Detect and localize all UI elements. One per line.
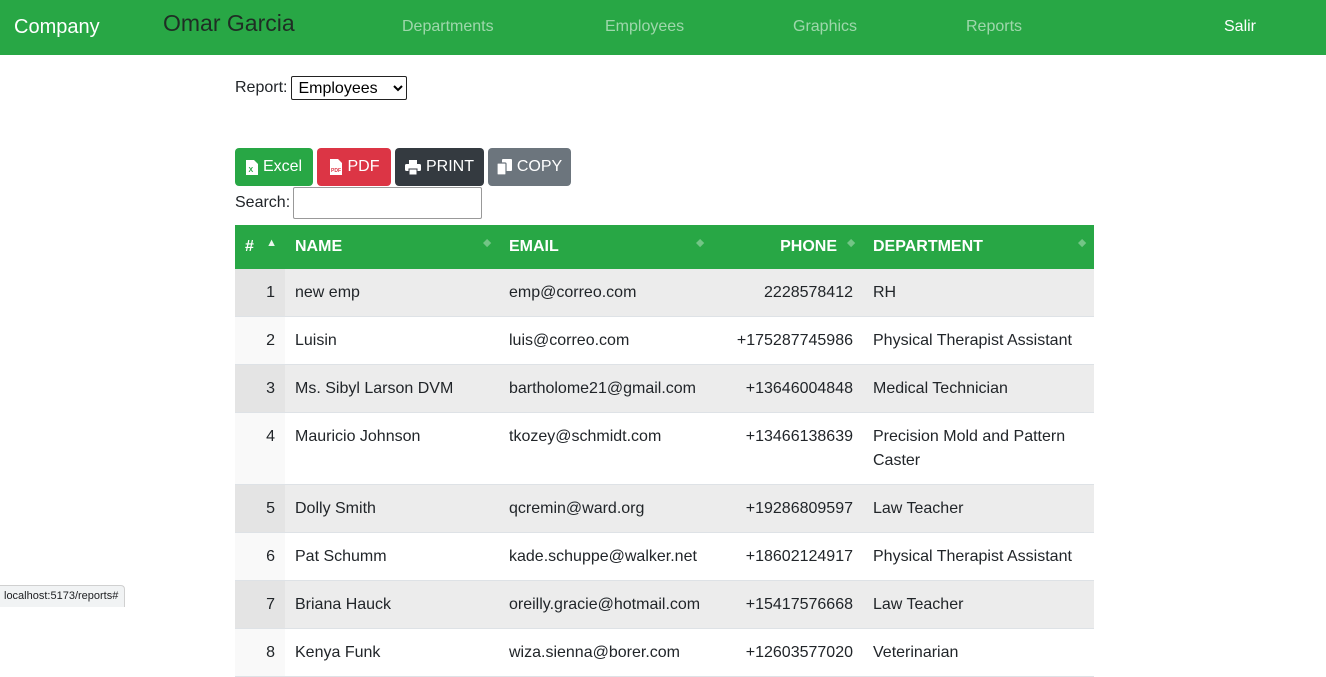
printer-icon	[405, 159, 421, 175]
cell-phone: +13466138639	[712, 412, 863, 485]
cell-email: qcremin@ward.org	[499, 484, 712, 533]
cell-index: 8	[235, 628, 285, 677]
header-email[interactable]: EMAIL ⬥	[499, 225, 712, 269]
print-label: PRINT	[426, 158, 474, 175]
brand-link[interactable]: Company	[14, 16, 100, 39]
header-index-label: #	[245, 238, 254, 255]
cell-index: 2	[235, 316, 285, 365]
table-row[interactable]: 5 Dolly Smith qcremin@ward.org +19286809…	[235, 484, 1094, 533]
header-phone[interactable]: PHONE ⬥	[712, 225, 863, 269]
copy-button[interactable]: COPY	[488, 148, 571, 186]
table-row[interactable]: 7 Briana Hauck oreilly.gracie@hotmail.co…	[235, 580, 1094, 629]
cell-name: Mauricio Johnson	[285, 412, 499, 485]
header-name[interactable]: NAME ⬥	[285, 225, 499, 269]
cell-department: Precision Mold and Pattern Caster	[863, 412, 1094, 485]
excel-file-icon: X	[245, 159, 258, 175]
report-select[interactable]: Employees	[291, 76, 408, 100]
table-row[interactable]: 1 new emp emp@correo.com 2228578412 RH	[235, 269, 1094, 317]
cell-department: Law Teacher	[863, 484, 1094, 533]
header-phone-label: PHONE	[780, 238, 837, 255]
cell-phone: +15417576668	[712, 580, 863, 629]
excel-button[interactable]: X Excel	[235, 148, 313, 186]
cell-name: new emp	[285, 269, 499, 317]
copy-label: COPY	[516, 158, 563, 175]
browser-status-url: localhost:5173/reports#	[0, 585, 126, 607]
cell-department: Law Teacher	[863, 580, 1094, 629]
user-name: Omar Garcia	[163, 10, 295, 36]
employees-table: # ▲ NAME ⬥ EMAIL ⬥ PHONE ⬥ DEPARTMENT ⬥ …	[235, 225, 1094, 677]
cell-phone: 2228578412	[712, 269, 863, 317]
nav-departments[interactable]: Departments	[402, 18, 494, 36]
cell-name: Luisin	[285, 316, 499, 365]
pdf-file-icon: PDF	[329, 159, 342, 175]
navbar: Company Omar Garcia Departments Employee…	[0, 0, 1326, 55]
nav-reports[interactable]: Reports	[966, 18, 1022, 36]
cell-phone: +13646004848	[712, 364, 863, 413]
header-email-label: EMAIL	[509, 238, 559, 255]
table-row[interactable]: 8 Kenya Funk wiza.sienna@borer.com +1260…	[235, 628, 1094, 677]
export-buttons: X Excel PDF PDF PRINT COPY	[235, 148, 575, 186]
cell-email: oreilly.gracie@hotmail.com	[499, 580, 712, 629]
table-row[interactable]: 6 Pat Schumm kade.schuppe@walker.net +18…	[235, 532, 1094, 581]
cell-department: Veterinarian	[863, 628, 1094, 677]
header-department-label: DEPARTMENT	[873, 238, 983, 255]
sort-icon: ⬥	[847, 237, 855, 249]
cell-department: Physical Therapist Assistant	[863, 532, 1094, 581]
table-row[interactable]: 2 Luisin luis@correo.com +175287745986 P…	[235, 316, 1094, 365]
cell-email: bartholome21@gmail.com	[499, 364, 712, 413]
svg-text:X: X	[248, 167, 253, 174]
cell-name: Briana Hauck	[285, 580, 499, 629]
cell-department: RH	[863, 269, 1094, 317]
pdf-button[interactable]: PDF PDF	[317, 148, 391, 186]
cell-department: Medical Technician	[863, 364, 1094, 413]
cell-email: emp@correo.com	[499, 269, 712, 317]
sort-asc-icon: ▲	[266, 237, 277, 249]
cell-index: 7	[235, 580, 285, 629]
cell-phone: +18602124917	[712, 532, 863, 581]
print-button[interactable]: PRINT	[395, 148, 484, 186]
sort-icon: ⬥	[483, 237, 491, 249]
cell-name: Pat Schumm	[285, 532, 499, 581]
cell-name: Ms. Sibyl Larson DVM	[285, 364, 499, 413]
cell-department: Physical Therapist Assistant	[863, 316, 1094, 365]
report-label: Report:	[235, 79, 288, 96]
table-row[interactable]: 4 Mauricio Johnson tkozey@schmidt.com +1…	[235, 412, 1094, 485]
svg-text:PDF: PDF	[331, 168, 341, 174]
report-selector: Report: Employees	[235, 76, 408, 100]
sort-icon: ⬥	[1078, 237, 1086, 249]
cell-phone: +175287745986	[712, 316, 863, 365]
cell-index: 4	[235, 412, 285, 485]
cell-index: 3	[235, 364, 285, 413]
cell-phone: +12603577020	[712, 628, 863, 677]
header-department[interactable]: DEPARTMENT ⬥	[863, 225, 1094, 269]
cell-email: tkozey@schmidt.com	[499, 412, 712, 485]
table-header-row: # ▲ NAME ⬥ EMAIL ⬥ PHONE ⬥ DEPARTMENT ⬥	[235, 225, 1094, 269]
cell-phone: +19286809597	[712, 484, 863, 533]
cell-name: Dolly Smith	[285, 484, 499, 533]
excel-label: Excel	[262, 158, 303, 175]
cell-index: 6	[235, 532, 285, 581]
nav-graphics[interactable]: Graphics	[793, 18, 857, 36]
cell-email: kade.schuppe@walker.net	[499, 532, 712, 581]
cell-name: Kenya Funk	[285, 628, 499, 677]
cell-index: 5	[235, 484, 285, 533]
pdf-label: PDF	[347, 158, 380, 175]
cell-email: wiza.sienna@borer.com	[499, 628, 712, 677]
search-bar: Search:	[235, 187, 483, 219]
logout-link[interactable]: Salir	[1224, 18, 1256, 36]
copy-icon	[496, 159, 512, 175]
header-index[interactable]: # ▲	[235, 225, 285, 269]
sort-icon: ⬥	[696, 237, 704, 249]
header-name-label: NAME	[295, 238, 343, 255]
cell-email: luis@correo.com	[499, 316, 712, 365]
table-row[interactable]: 3 Ms. Sibyl Larson DVM bartholome21@gmai…	[235, 364, 1094, 413]
search-input[interactable]	[293, 187, 483, 219]
nav-employees[interactable]: Employees	[605, 18, 684, 36]
search-label: Search:	[235, 194, 291, 211]
cell-index: 1	[235, 269, 285, 317]
